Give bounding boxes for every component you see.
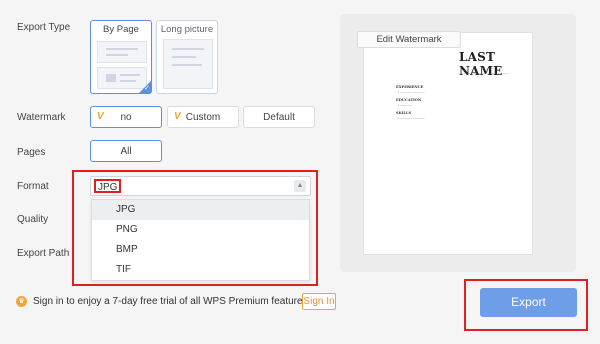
doc-contact-line: ———— ———— ———— ———— bbox=[459, 71, 510, 75]
doc-section-education: EDUCATION bbox=[396, 98, 422, 102]
by-page-label: By Page bbox=[103, 24, 139, 35]
document-preview: LAST NAME ———— ———— ———— ———— ———— EXPER… bbox=[363, 32, 533, 255]
long-thumb bbox=[163, 39, 213, 89]
preview-panel: LAST NAME ———— ———— ———— ———— ———— EXPER… bbox=[340, 14, 576, 272]
format-label: Format bbox=[17, 181, 49, 192]
export-type-label: Export Type bbox=[17, 22, 71, 33]
doc-section-skills: SKILLS bbox=[396, 111, 412, 115]
doc-line: • ———— ———— bbox=[398, 90, 425, 94]
sign-in-button[interactable]: Sign In bbox=[302, 293, 336, 310]
watermark-label: Watermark bbox=[17, 112, 66, 123]
long-picture-label: Long picture bbox=[160, 24, 214, 35]
format-highlight-box bbox=[72, 170, 318, 286]
watermark-no-button[interactable]: V no bbox=[90, 106, 162, 128]
watermark-no-label: no bbox=[120, 111, 132, 123]
export-highlight-box bbox=[464, 279, 588, 331]
vip-icon: V bbox=[97, 111, 104, 122]
pages-label: Pages bbox=[17, 147, 46, 158]
vip-icon: V bbox=[174, 111, 181, 122]
quality-label: Quality bbox=[17, 214, 49, 225]
pages-all-label: All bbox=[120, 145, 132, 157]
doc-section-experience: EXPERIENCE bbox=[396, 85, 424, 89]
watermark-default-label: Default bbox=[263, 111, 295, 123]
export-path-label: Export Path bbox=[17, 248, 70, 259]
doc-subtitle-line: ———— bbox=[481, 66, 493, 70]
doc-line: • ———— bbox=[398, 103, 412, 107]
doc-line: • ———— ———— bbox=[398, 116, 425, 120]
page-thumb-1 bbox=[97, 41, 147, 63]
export-dialog: Export Type By Page ✓ Long picture Water… bbox=[0, 0, 600, 344]
pages-all-button[interactable]: All bbox=[90, 140, 162, 162]
watermark-custom-label: Custom bbox=[185, 111, 221, 123]
check-icon: ✓ bbox=[144, 85, 150, 92]
watermark-custom-button[interactable]: V Custom bbox=[167, 106, 239, 128]
promo-text: Sign in to enjoy a 7-day free trial of a… bbox=[33, 296, 308, 307]
export-type-long-picture[interactable]: Long picture bbox=[156, 20, 218, 94]
crown-icon: ♛ bbox=[16, 296, 27, 307]
export-type-by-page[interactable]: By Page ✓ bbox=[90, 20, 152, 94]
edit-watermark-button[interactable]: Edit Watermark bbox=[357, 31, 461, 48]
watermark-default-button[interactable]: Default bbox=[243, 106, 315, 128]
